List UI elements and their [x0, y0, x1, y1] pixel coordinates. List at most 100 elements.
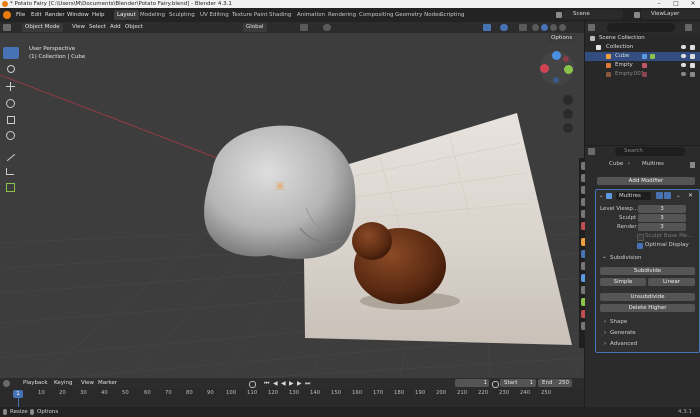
render-camera-icon[interactable] — [690, 45, 695, 50]
menu-object[interactable]: Object — [125, 22, 143, 33]
timeline-editor-icon[interactable] — [3, 380, 10, 387]
view-layer-icon[interactable] — [634, 12, 640, 18]
sculpt-level-field[interactable]: 3 — [638, 214, 686, 222]
visibility-eye-icon[interactable] — [681, 63, 686, 67]
shading-solid-icon[interactable] — [541, 24, 548, 31]
tab-scripting[interactable]: Scripting — [437, 10, 467, 20]
outliner-editor-icon[interactable] — [588, 24, 595, 31]
shape-chevron-icon[interactable]: › — [604, 319, 606, 325]
subdivision-panel-header[interactable]: Subdivision — [610, 255, 642, 261]
gizmo-toggle-icon[interactable] — [483, 24, 491, 31]
editor-type-icon[interactable] — [3, 24, 11, 31]
preview-range-icon[interactable] — [492, 381, 499, 388]
unsubdivide-button[interactable]: Unsubdivide — [600, 293, 695, 301]
modifier-name-field[interactable]: Multires — [616, 192, 651, 200]
blender-menu-icon[interactable] — [3, 11, 11, 19]
optimal-display-checkbox[interactable] — [637, 243, 643, 249]
shape-panel-header[interactable]: Shape — [610, 319, 627, 325]
properties-search-field[interactable]: Search — [615, 147, 685, 156]
modifier-dropdown-icon[interactable]: ⌄ — [676, 193, 681, 199]
navigation-gizmo[interactable] — [540, 51, 574, 85]
visibility-eye-icon[interactable] — [681, 54, 686, 58]
outliner-row-scene-collection[interactable]: Scene Collection — [585, 34, 700, 43]
snap-icon[interactable] — [300, 24, 308, 31]
tab-uv-editing[interactable]: UV Editing — [197, 10, 232, 20]
collapse-chevron-icon[interactable]: ⌄ — [599, 193, 604, 199]
close-button[interactable]: ✕ — [686, 0, 700, 8]
outliner-search-field[interactable] — [607, 23, 675, 32]
menu-edit[interactable]: Edit — [31, 8, 42, 22]
menu-marker[interactable]: Marker — [98, 378, 117, 389]
gizmo-y-axis-icon[interactable] — [564, 65, 573, 74]
gizmo-x-axis-icon[interactable] — [540, 64, 549, 73]
render-camera-icon[interactable] — [690, 72, 695, 77]
gizmo-z-axis-icon[interactable] — [552, 51, 561, 60]
3d-viewport[interactable]: User Perspective (1) Collection | Cube O… — [0, 33, 584, 378]
delete-higher-button[interactable]: Delete Higher — [600, 304, 695, 312]
remove-modifier-icon[interactable]: ✕ — [688, 192, 693, 199]
jump-end-icon[interactable]: ⏭ — [305, 380, 310, 388]
minimize-button[interactable]: – — [652, 0, 666, 8]
rotate-tool-icon[interactable] — [3, 97, 19, 109]
outliner-row-empty-001[interactable]: Empty.001 — [585, 70, 700, 79]
tab-compositing[interactable]: Compositing — [356, 10, 396, 20]
sculpt-base-mesh-checkbox[interactable] — [637, 234, 644, 241]
menu-select[interactable]: Select — [89, 22, 106, 33]
annotate-tool-icon[interactable] — [3, 149, 19, 162]
viewport-scene[interactable] — [0, 33, 584, 378]
properties-editor-icon[interactable] — [588, 148, 595, 155]
advanced-panel-header[interactable]: Advanced — [610, 341, 637, 347]
start-frame-field[interactable]: Start 1 — [500, 379, 536, 387]
menu-view[interactable]: View — [72, 22, 85, 33]
cursor-tool-icon[interactable] — [3, 63, 19, 75]
shading-material-icon[interactable] — [550, 24, 557, 31]
options-button[interactable]: Options — [548, 34, 576, 43]
tab-layout[interactable]: Layout — [114, 10, 139, 20]
view-layer-field[interactable]: ViewLayer — [641, 10, 700, 19]
menu-view[interactable]: View — [81, 378, 94, 389]
add-cube-tool-icon[interactable] — [3, 181, 19, 193]
play-reverse-icon[interactable]: ◀ — [281, 380, 286, 387]
playhead-marker[interactable]: 1 — [13, 390, 23, 398]
viewport-toggle-icon[interactable] — [664, 192, 671, 199]
edit-mode-toggle-icon[interactable] — [656, 192, 663, 199]
render-camera-icon[interactable] — [690, 63, 695, 68]
filter-icon[interactable] — [685, 24, 692, 31]
menu-window[interactable]: Window — [67, 8, 89, 22]
menu-playback[interactable]: Playback — [23, 378, 48, 389]
next-keyframe-icon[interactable]: ▶ — [297, 380, 302, 387]
end-frame-field[interactable]: End 250 — [538, 379, 572, 387]
current-frame-field[interactable]: 1 — [455, 379, 489, 387]
transform-orientation-dropdown[interactable]: Global — [243, 23, 267, 32]
menu-help[interactable]: Help — [92, 8, 105, 22]
timeline-track[interactable]: 1 10 20 30 40 50 60 70 80 90 100 110 120… — [0, 389, 584, 407]
advanced-chevron-icon[interactable]: › — [604, 341, 606, 347]
shading-rendered-icon[interactable] — [559, 24, 566, 31]
level-viewport-field[interactable]: 3 — [638, 205, 686, 213]
shading-wireframe-icon[interactable] — [532, 24, 539, 31]
tab-animation[interactable]: Animation — [294, 10, 328, 20]
menu-keying[interactable]: Keying — [54, 378, 72, 389]
tab-shading[interactable]: Shading — [266, 10, 294, 20]
transform-tool-icon[interactable] — [3, 129, 19, 141]
menu-render[interactable]: Render — [45, 8, 65, 22]
outliner-row-cube[interactable]: Cube — [585, 52, 700, 61]
tab-texture-paint[interactable]: Texture Paint — [229, 10, 271, 20]
measure-tool-icon[interactable] — [3, 165, 19, 177]
outliner-row-collection[interactable]: Collection — [585, 43, 700, 52]
linear-button[interactable]: Linear — [648, 278, 695, 286]
scene-field[interactable]: Scene — [563, 10, 623, 19]
visibility-eye-icon[interactable] — [681, 72, 686, 76]
outliner-row-empty[interactable]: Empty — [585, 61, 700, 70]
xray-toggle-icon[interactable] — [519, 24, 527, 31]
simple-button[interactable]: Simple — [600, 278, 646, 286]
record-icon[interactable] — [249, 381, 256, 388]
scale-tool-icon[interactable] — [3, 113, 19, 125]
proportional-edit-icon[interactable] — [323, 24, 331, 31]
play-icon[interactable]: ▶ — [289, 380, 294, 387]
tab-rendering[interactable]: Rendering — [325, 10, 359, 20]
maximize-button[interactable]: □ — [669, 0, 683, 8]
move-tool-icon[interactable] — [3, 81, 19, 93]
add-modifier-button[interactable]: Add Modifier — [597, 177, 695, 185]
prev-keyframe-icon[interactable]: ◀ — [273, 380, 278, 387]
